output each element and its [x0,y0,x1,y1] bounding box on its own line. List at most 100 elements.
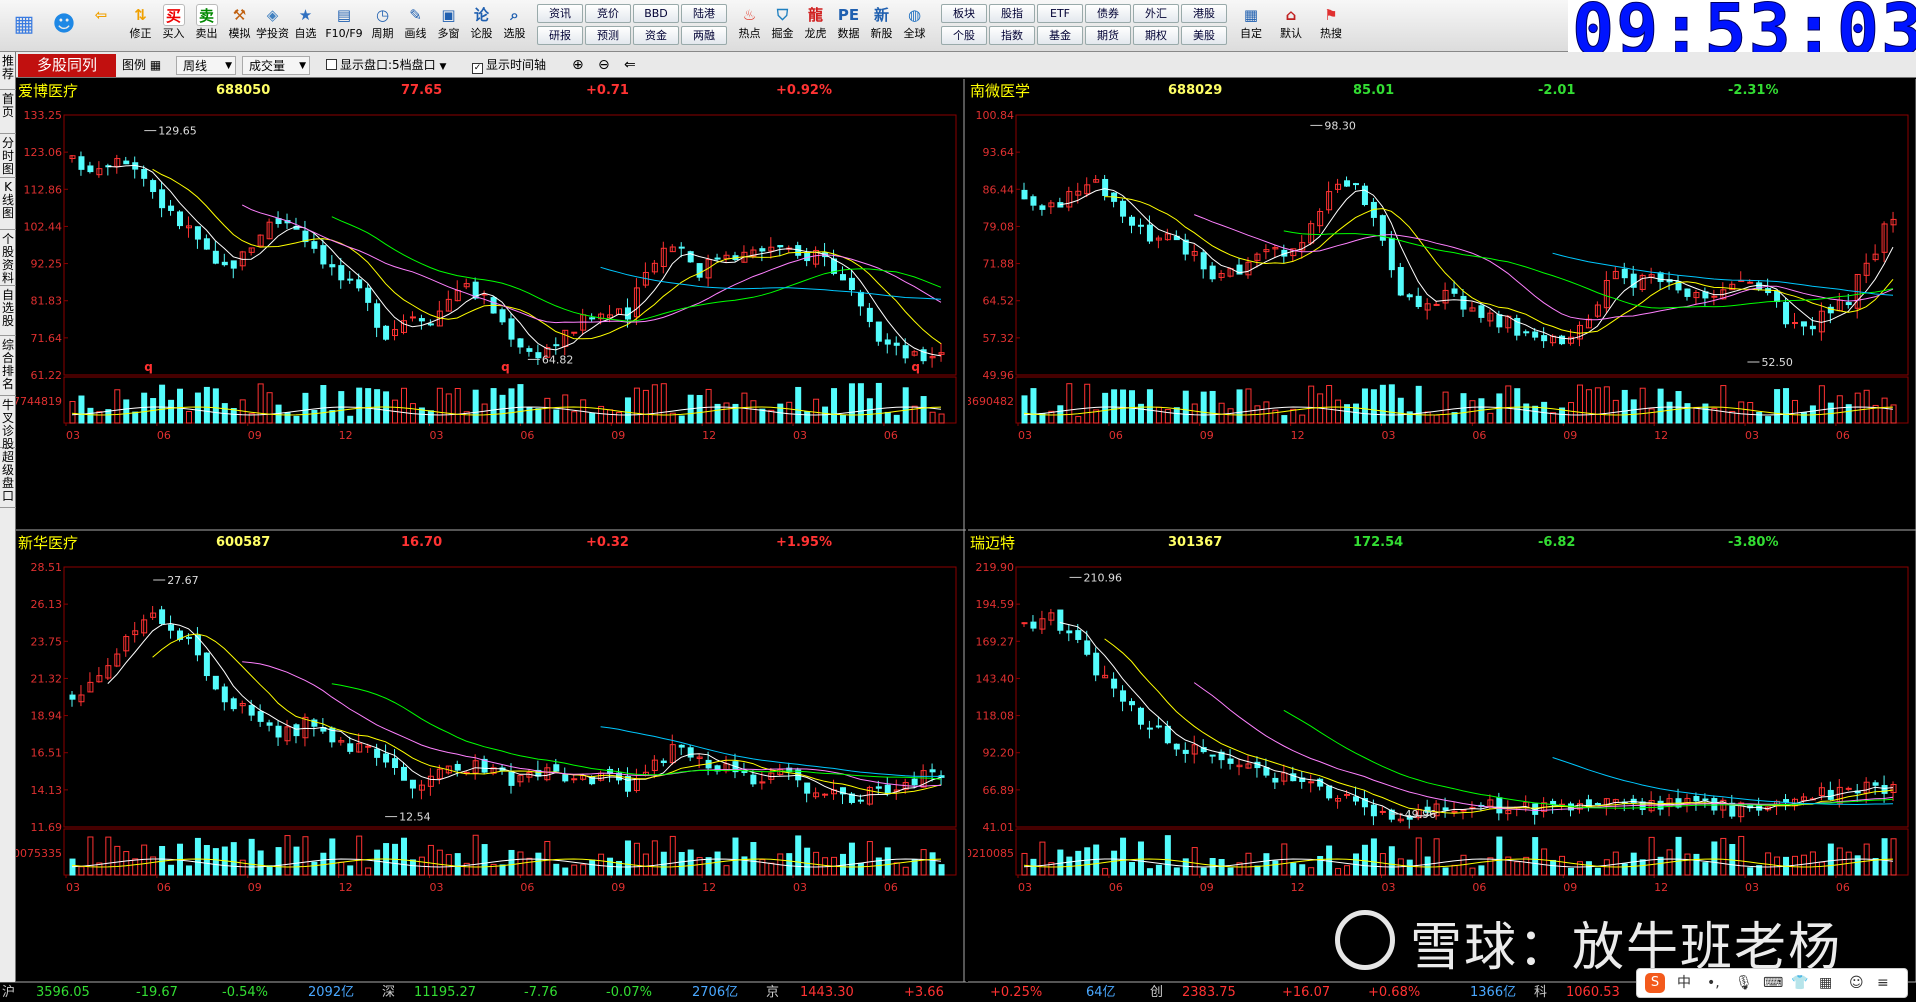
toolbar-button-shield[interactable]: ⛉ 掘金 [766,2,799,50]
keyboard-icon[interactable]: ⌨ [1763,969,1783,997]
kline-chart[interactable]: 100.84 93.64 86.44 79.08 71.88 64.52 57.32 49.9… [968,79,1916,531]
volume-bar [230,842,237,876]
volume-bar [1308,385,1315,424]
volume-bar [177,388,184,424]
toolbar-button-hammer[interactable]: ⚒ 模拟 [223,2,256,50]
period-dropdown[interactable]: 周线 [176,56,236,75]
toolbar-button-new-stock[interactable]: 新新股 [865,2,898,50]
y-tick-label: 41.01 [983,821,1015,834]
restore-icon[interactable]: ⇐ [624,56,636,75]
pe-icon: PE [837,6,860,24]
toolbar-button-sell[interactable]: 卖卖出 [190,2,223,50]
ime-toolbar[interactable]: S 中 •, 🎙 ⌨ 👕 ▦ ☺ ≡ [1636,968,1908,998]
quick-button[interactable]: 港股 [1181,4,1227,23]
y-tick-label: 57.32 [983,332,1015,345]
toolbar-button-dragon[interactable]: 龍龙虎 [799,2,832,50]
left-nav-item[interactable]: 分时图 [0,134,16,178]
depth-toggle[interactable]: 显示盘口:5档盘口 ▼ [326,56,446,75]
toolbar-button-home[interactable]: ⌂ 默认 [1271,2,1311,50]
candlestick [1182,749,1189,754]
timeline-toggle[interactable]: ✓ 显示时间轴 [472,56,546,75]
quick-button[interactable]: 预测 [585,26,631,45]
stock-chart-pane[interactable]: 爱博医疗 688050 77.65 +0.71 +0.92% 133.25 123.06 11… [16,79,966,531]
volume-bar [1129,862,1136,876]
toolbar-button-globe[interactable]: ◍ 全球 [898,2,931,50]
mascot-icon[interactable]: ☺ [1849,969,1864,997]
depth-checkbox[interactable] [326,59,337,70]
stock-chart-pane[interactable]: 新华医疗 600587 16.70 +0.32 +1.95% 28.51 26.13 23.7… [16,531,966,983]
toolbar-button-star-folder[interactable]: ★ 自选 [289,2,322,50]
timeline-checkbox[interactable]: ✓ [472,63,483,74]
volume-bar [678,415,685,424]
skin-icon[interactable]: 👕 [1791,969,1808,997]
kline-chart[interactable]: 133.25 123.06 112.86 102.44 92.25 81.83 71.64 6… [16,79,966,531]
quick-button[interactable]: 陆港 [681,4,727,23]
toolbar-button-magnifier[interactable]: ⌕ 选股 [498,2,531,50]
tab-multi-stock[interactable]: 多股同列 [18,54,116,77]
stock-chart-pane[interactable]: 南微医学 688029 85.01 -2.01 -2.31% 100.84 93.64 86.… [968,79,1916,531]
volume-bar [1039,841,1046,876]
toolbar-button-table[interactable]: ▤ F10/F9 [322,2,366,50]
toolbar-button-buy[interactable]: 买买入 [157,2,190,50]
left-nav-item[interactable]: 个股资料 [0,230,16,286]
candlestick [857,291,864,307]
volume-bar [1227,867,1234,876]
quick-button[interactable]: 期权 [1133,26,1179,45]
left-nav-item[interactable]: 推荐 [0,52,16,90]
toolbar-button-cap[interactable]: ◈ 学投资 [256,2,289,50]
toolbar-button-pe[interactable]: PE 数据 [832,2,865,50]
volume-bar [1621,389,1628,424]
volume-bar [1146,389,1153,424]
left-nav-item[interactable]: K线图 [0,178,16,230]
quick-button[interactable]: 资讯 [537,4,583,23]
toolbar-button-discuss[interactable]: 论论股 [465,2,498,50]
quick-button[interactable]: 基金 [1037,26,1083,45]
candlestick [1370,804,1377,817]
quick-button[interactable]: 股指 [989,4,1035,23]
left-nav-item[interactable]: 超级盘口 [0,448,16,508]
toolbar-button-custom-grid[interactable]: ▦ 自定 [1231,2,1271,50]
more-icon[interactable]: ≡ [1877,969,1889,997]
candlestick [1532,331,1539,338]
mic-icon[interactable]: 🎙 [1735,969,1753,997]
quick-button[interactable]: 竞价 [585,4,631,23]
ime-mode[interactable]: 中 [1677,969,1691,997]
kline-chart[interactable]: 28.51 26.13 23.75 21.32 18.94 16.51 14.13 11.69… [16,531,966,983]
quick-button[interactable]: 资金 [633,26,679,45]
quick-button[interactable]: 两融 [681,26,727,45]
quick-button[interactable]: 个股 [941,26,987,45]
quick-button[interactable]: 期货 [1085,26,1131,45]
left-nav-item[interactable]: 首页 [0,90,16,134]
toolbar-button-hot[interactable]: ♨ 热点 [733,2,766,50]
candlestick [1657,272,1664,282]
quick-button[interactable]: 板块 [941,4,987,23]
toolbar-button-grid-app[interactable]: ▦ [4,2,44,50]
x-tick-label: 03 [793,881,807,894]
volume-bar [1218,402,1225,424]
toolbar-button-windows[interactable]: ▣ 多窗 [432,2,465,50]
zoom-out-icon[interactable]: ⊖ [598,56,610,75]
legend-button[interactable]: 图例 ▦ [122,56,161,75]
quick-button[interactable]: BBD [633,4,679,23]
toolbar-button-updown[interactable]: ⇅ 修正 [124,2,157,50]
toolbar-button-pen[interactable]: ✎ 画线 [399,2,432,50]
volume-bar [1738,401,1745,424]
toolbar-button-mascot[interactable]: ☻ [44,2,84,50]
quick-button[interactable]: ETF [1037,4,1083,23]
punct-icon[interactable]: •, [1707,969,1720,997]
toolbar-button-back-arrow[interactable]: ⇦ [84,2,118,50]
left-nav-item[interactable]: 自选股 [0,286,16,336]
indicator-dropdown[interactable]: 成交量 [242,56,310,75]
zoom-in-icon[interactable]: ⊕ [572,56,584,75]
left-nav-item[interactable]: 牛叉诊股 [0,396,16,451]
toolbox-icon[interactable]: ▦ [1819,969,1832,997]
quick-button[interactable]: 美股 [1181,26,1227,45]
toolbar-button-hot-search[interactable]: ⚑ 热搜 [1311,2,1351,50]
quick-button[interactable]: 外汇 [1133,4,1179,23]
toolbar-button-clock[interactable]: ◷ 周期 [366,2,399,50]
quick-button[interactable]: 债券 [1085,4,1131,23]
left-nav-item[interactable]: 综合排名 [0,336,16,396]
x-tick-label: 06 [157,881,171,894]
quick-button[interactable]: 研报 [537,26,583,45]
quick-button[interactable]: 指数 [989,26,1035,45]
